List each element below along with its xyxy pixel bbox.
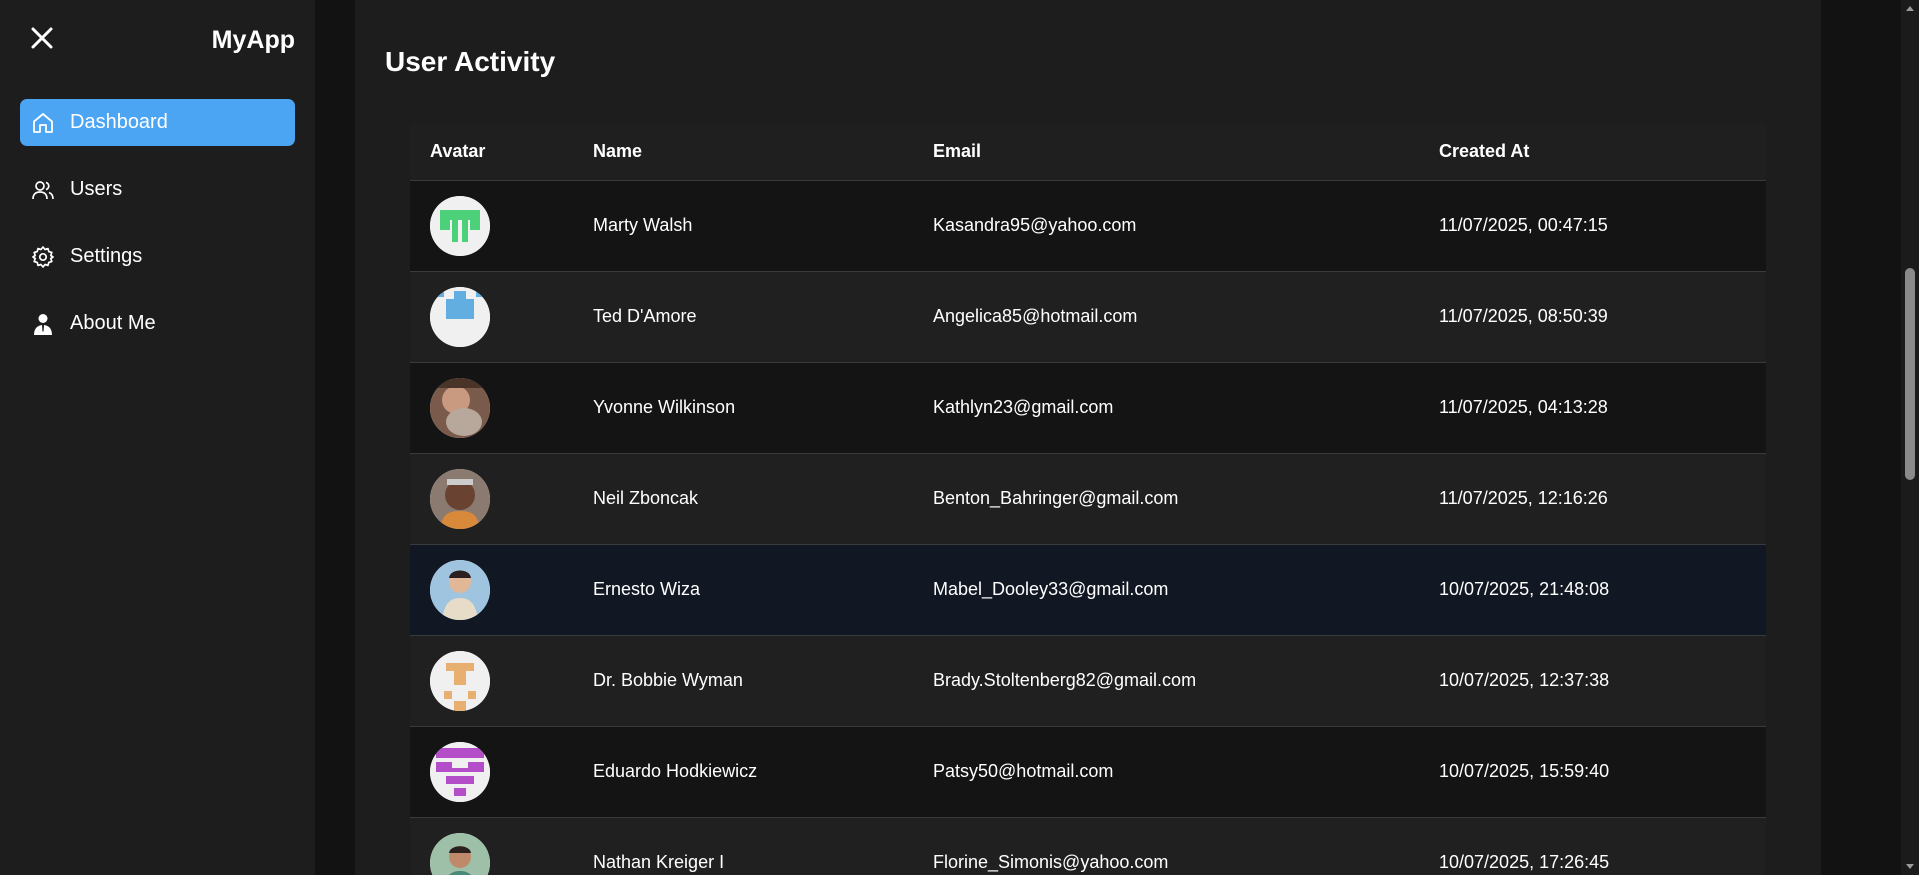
avatar bbox=[430, 468, 490, 529]
name-cell: Yvonne Wilkinson bbox=[593, 397, 736, 417]
name-cell: Eduardo Hodkiewicz bbox=[593, 761, 758, 781]
name-cell: Marty Walsh bbox=[593, 215, 693, 235]
sidebar-item-label: Users bbox=[70, 178, 123, 200]
email-cell: Florine_Simonis@yahoo.com bbox=[933, 852, 1169, 873]
table-row[interactable]: Dr. Bobbie Wyman Brady.Stoltenberg82@gma… bbox=[410, 635, 1766, 726]
close-icon[interactable] bbox=[26, 22, 58, 54]
avatar-cell bbox=[410, 635, 573, 726]
name-cell: Ernesto Wiza bbox=[593, 579, 701, 599]
scrollbar-thumb[interactable] bbox=[1905, 268, 1915, 480]
table-row[interactable]: Yvonne Wilkinson Kathlyn23@gmail.com 11/… bbox=[410, 362, 1766, 453]
sidebar-nav: Dashboard Users Settings About Me bbox=[20, 99, 295, 367]
email-cell: Mabel_Dooley33@gmail.com bbox=[933, 579, 1169, 599]
created-at-cell: 11/07/2025, 12:16:26 bbox=[1439, 488, 1608, 508]
table-row[interactable]: Nathan Kreiger I Florine_Simonis@yahoo.c… bbox=[410, 817, 1766, 875]
created-at-cell: 10/07/2025, 12:37:38 bbox=[1439, 670, 1610, 690]
column-header-name: Name bbox=[593, 141, 643, 162]
sidebar-item-label: Settings bbox=[70, 245, 143, 267]
avatar-cell bbox=[410, 453, 573, 544]
avatar-cell bbox=[410, 544, 573, 635]
email-cell: Patsy50@hotmail.com bbox=[933, 761, 1114, 781]
avatar-cell bbox=[410, 271, 573, 362]
content-gutter bbox=[315, 0, 355, 875]
avatar bbox=[430, 377, 490, 438]
user-activity-table: Avatar Name Email Created At Marty Walsh… bbox=[410, 124, 1766, 875]
sidebar-item-users[interactable]: Users bbox=[20, 166, 295, 213]
name-cell: Dr. Bobbie Wyman bbox=[593, 670, 743, 690]
avatar-cell bbox=[410, 726, 573, 817]
created-at-cell: 11/07/2025, 00:47:15 bbox=[1439, 215, 1608, 235]
app-logo-text: MyApp bbox=[211, 26, 295, 54]
avatar bbox=[430, 286, 490, 347]
main-content: User Activity Avatar Name Email Created … bbox=[355, 0, 1821, 875]
sidebar-item-dashboard[interactable]: Dashboard bbox=[20, 99, 295, 146]
app-window: MyApp Dashboard Users Settings About Me … bbox=[0, 0, 1919, 875]
home-icon bbox=[30, 110, 56, 136]
name-cell: Ted D'Amore bbox=[593, 306, 697, 326]
avatar-cell bbox=[410, 362, 573, 453]
avatar-cell bbox=[410, 180, 573, 271]
created-at-cell: 10/07/2025, 15:59:40 bbox=[1439, 761, 1610, 781]
avatar bbox=[430, 195, 490, 256]
page-title: User Activity bbox=[385, 46, 556, 77]
avatar-cell bbox=[410, 817, 573, 875]
sidebar-item-label: About Me bbox=[70, 312, 156, 334]
table-header-row: Avatar Name Email Created At bbox=[410, 124, 1766, 180]
column-header-created-at: Created At bbox=[1439, 141, 1530, 162]
email-cell: Kathlyn23@gmail.com bbox=[933, 397, 1114, 417]
table-row[interactable]: Ernesto Wiza Mabel_Dooley33@gmail.com 10… bbox=[410, 544, 1766, 635]
person-icon bbox=[30, 311, 56, 337]
column-header-avatar: Avatar bbox=[430, 141, 486, 162]
table-row[interactable]: Marty Walsh Kasandra95@yahoo.com 11/07/2… bbox=[410, 180, 1766, 271]
name-cell: Nathan Kreiger I bbox=[593, 852, 725, 873]
table-row[interactable]: Eduardo Hodkiewicz Patsy50@hotmail.com 1… bbox=[410, 726, 1766, 817]
content-gutter-right bbox=[1821, 0, 1901, 875]
created-at-cell: 10/07/2025, 17:26:45 bbox=[1439, 852, 1610, 873]
email-cell: Benton_Bahringer@gmail.com bbox=[933, 488, 1179, 508]
created-at-cell: 10/07/2025, 21:48:08 bbox=[1439, 579, 1610, 599]
avatar bbox=[430, 741, 490, 802]
created-at-cell: 11/07/2025, 08:50:39 bbox=[1439, 306, 1608, 326]
scroll-up-arrow-icon[interactable] bbox=[1906, 6, 1914, 11]
avatar bbox=[430, 559, 490, 620]
email-cell: Angelica85@hotmail.com bbox=[933, 306, 1138, 326]
avatar bbox=[430, 832, 490, 875]
sidebar-item-settings[interactable]: Settings bbox=[20, 233, 295, 280]
table-row[interactable]: Neil Zboncak Benton_Bahringer@gmail.com … bbox=[410, 453, 1766, 544]
sidebar-item-about-me[interactable]: About Me bbox=[20, 300, 295, 347]
email-cell: Brady.Stoltenberg82@gmail.com bbox=[933, 670, 1197, 690]
users-icon bbox=[30, 177, 56, 203]
created-at-cell: 11/07/2025, 04:13:28 bbox=[1439, 397, 1608, 417]
email-cell: Kasandra95@yahoo.com bbox=[933, 215, 1137, 235]
scroll-down-arrow-icon[interactable] bbox=[1906, 864, 1914, 869]
name-cell: Neil Zboncak bbox=[593, 488, 699, 508]
avatar bbox=[430, 650, 490, 711]
gear-icon bbox=[30, 244, 56, 270]
table-row[interactable]: Ted D'Amore Angelica85@hotmail.com 11/07… bbox=[410, 271, 1766, 362]
sidebar-item-label: Dashboard bbox=[70, 111, 168, 133]
vertical-scrollbar[interactable] bbox=[1901, 0, 1919, 875]
column-header-email: Email bbox=[933, 141, 982, 162]
sidebar: MyApp Dashboard Users Settings About Me bbox=[0, 0, 315, 875]
